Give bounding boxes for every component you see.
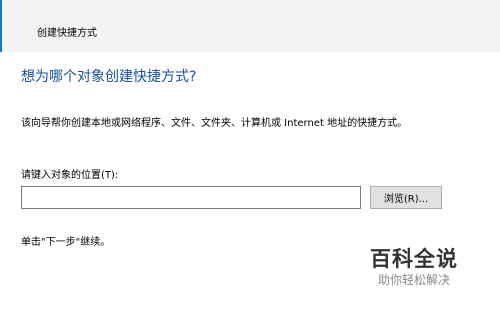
title-bar: 创建快捷方式 bbox=[0, 0, 500, 52]
watermark-logo: 百科全说 助你轻松解决 bbox=[364, 246, 464, 288]
wizard-description: 该向导帮你创建本地或网络程序、文件、文件夹、计算机或 Internet 地址的快… bbox=[21, 118, 408, 129]
next-hint: 单击"下一步"继续。 bbox=[21, 237, 111, 248]
page-heading: 想为哪个对象创建快捷方式? bbox=[21, 69, 197, 85]
location-label: 请键入对象的位置(T): bbox=[21, 170, 119, 181]
watermark-brand: 百科全说 bbox=[370, 247, 458, 271]
watermark-slogan: 助你轻松解决 bbox=[377, 273, 450, 287]
window-title: 创建快捷方式 bbox=[37, 28, 97, 39]
title-bar-accent bbox=[0, 0, 2, 52]
location-input[interactable] bbox=[21, 186, 361, 209]
browse-button[interactable]: 浏览(R)... bbox=[370, 186, 442, 209]
